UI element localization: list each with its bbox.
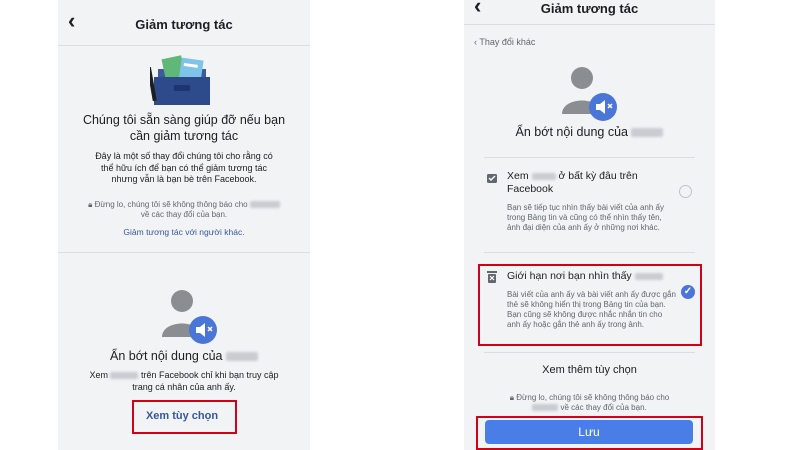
blurred-name xyxy=(249,201,280,209)
person-muted-icon xyxy=(162,290,217,344)
right-screen: ‹ Giảm tương tác ‹ Thay đổi khác Ẩn bớt … xyxy=(464,0,715,450)
notice-suffix: về các thay đổi của bạn. xyxy=(140,210,228,219)
notice-prefix: Đừng lo, chúng tôi sẽ không thông báo ch… xyxy=(94,200,248,209)
heading-text: Ẩn bớt nội dung của xyxy=(515,125,628,139)
option-title: Ẩn bớt nội dung của xyxy=(58,349,310,363)
other-changes-label: Thay đổi khác xyxy=(479,37,536,47)
option-see-everywhere[interactable]: Xem ở bất kỳ đâu trên Facebook Bạn sẽ ti… xyxy=(484,165,694,245)
option-title-prefix: Xem xyxy=(507,170,529,182)
blurred-name xyxy=(631,128,664,138)
reduce-interaction-link[interactable]: Giảm tương tác với người khác. xyxy=(58,227,310,237)
option-desc-suffix: trên Facebook chỉ khi bạn truy cập trang… xyxy=(132,370,279,392)
more-options-button[interactable]: Xem thêm tùy chọn xyxy=(464,364,715,376)
blurred-name xyxy=(110,372,139,380)
notice-suffix: về các thay đổi của bạn. xyxy=(560,403,647,412)
heading: Ẩn bớt nội dung của xyxy=(464,125,715,139)
checkbox-icon xyxy=(487,174,497,183)
option-desc: Bạn sẽ tiếp tục nhìn thấy bài viết của a… xyxy=(507,203,664,232)
highlight-box-limit-option xyxy=(478,264,702,346)
option-desc: Xem trên Facebook chỉ khi bạn truy cập t… xyxy=(58,369,310,393)
page-title: Giảm tương tác xyxy=(540,1,639,16)
option-desc-prefix: Xem xyxy=(89,370,108,380)
chevron-left-icon: ‹ xyxy=(474,37,477,47)
intro-heading: Chúng tôi sẵn sàng giúp đỡ nếu bạn cần g… xyxy=(82,113,286,143)
notice-prefix: Đừng lo, chúng tôi sẽ không thông báo ch… xyxy=(516,393,670,402)
left-screen: ‹ Giảm tương tác Chúng tôi sẵn sàng giúp… xyxy=(58,0,310,450)
section-divider xyxy=(58,252,310,253)
option-title-text: Ẩn bớt nội dung của xyxy=(110,349,223,363)
highlight-box-view-options xyxy=(132,400,237,434)
highlight-box-save xyxy=(476,416,703,450)
person-muted-icon xyxy=(562,67,617,121)
lock-icon: 🔒︎ xyxy=(88,200,93,209)
option-title: Xem ở bất kỳ đâu trên Facebook xyxy=(507,170,667,196)
header: ‹ Giảm tương tác xyxy=(464,0,715,22)
options-top-divider xyxy=(484,157,695,158)
blurred-name xyxy=(532,404,559,412)
notice: 🔒︎ Đừng lo, chúng tôi sẽ không thông báo… xyxy=(464,393,715,413)
blurred-name xyxy=(531,172,556,180)
radio-unselected-icon[interactable] xyxy=(679,185,692,198)
options-bottom-divider xyxy=(484,352,695,353)
folder-illustration-icon xyxy=(150,55,210,105)
page-title: Giảm tương tác xyxy=(135,17,233,32)
header: ‹ Giảm tương tác xyxy=(58,0,310,46)
header-divider xyxy=(464,24,715,25)
other-changes-link[interactable]: ‹ Thay đổi khác xyxy=(474,37,535,47)
notice: 🔒︎ Đừng lo, chúng tôi sẽ không thông báo… xyxy=(58,200,310,220)
options-mid-divider xyxy=(484,252,695,253)
blurred-name xyxy=(225,352,258,362)
lock-icon: 🔒︎ xyxy=(509,393,514,402)
header-divider xyxy=(58,45,310,46)
intro-body: Đây là một số thay đổi chúng tôi cho rằn… xyxy=(95,151,273,184)
